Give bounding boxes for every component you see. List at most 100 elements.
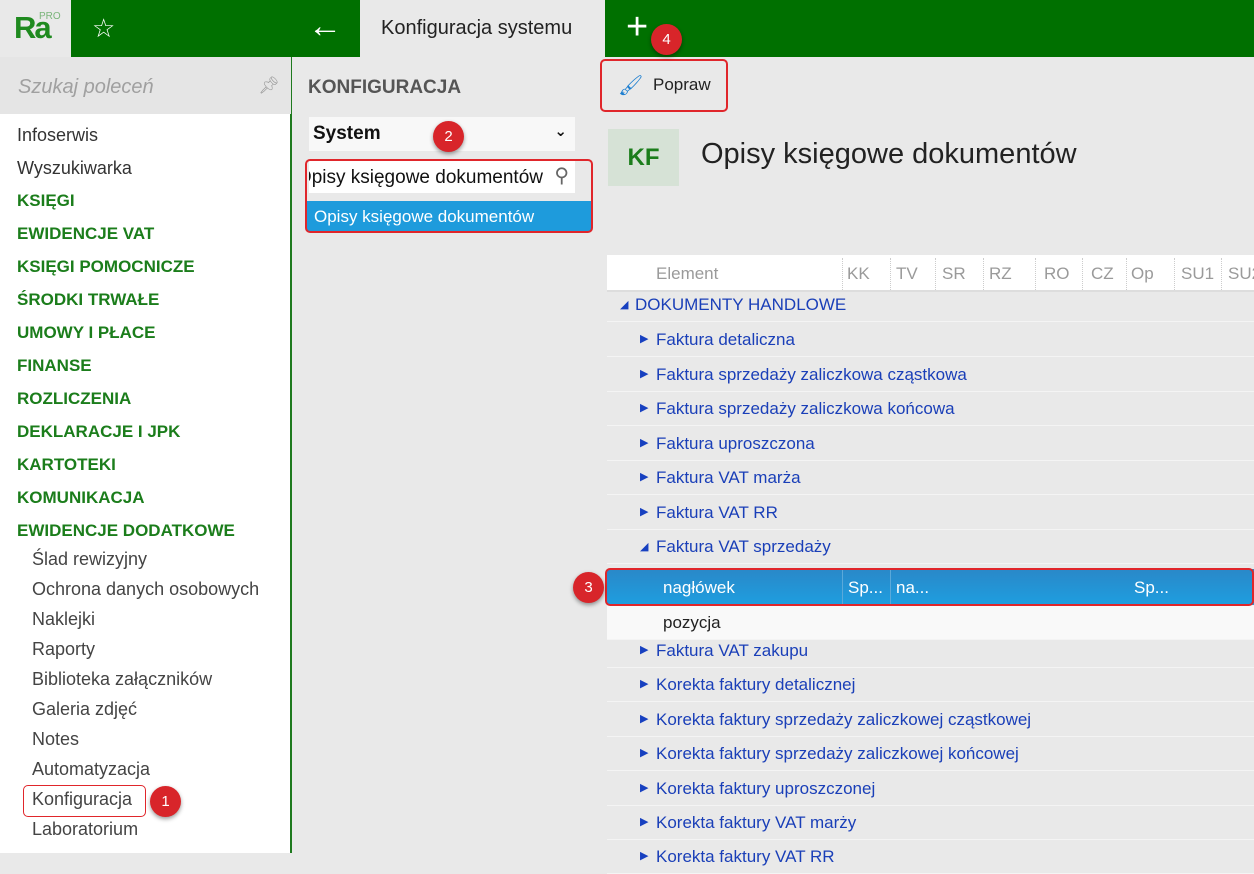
sidebar-subitem[interactable]: Galeria zdjęć — [32, 699, 137, 720]
sidebar-item[interactable]: Infoserwis — [17, 125, 98, 146]
column-header[interactable]: RO — [1044, 264, 1070, 284]
sidebar-item[interactable]: FINANSE — [17, 356, 92, 376]
sidebar-item[interactable]: KOMUNIKACJA — [17, 488, 145, 508]
row-label: Faktura detaliczna — [656, 330, 795, 349]
expand-triangle-icon[interactable]: ▶ — [640, 815, 648, 828]
expand-triangle-icon[interactable]: ▶ — [640, 677, 648, 690]
column-header[interactable]: Element — [656, 264, 718, 284]
collapse-triangle-icon[interactable]: ◢ — [640, 540, 648, 553]
annotation-badge-1: 1 — [150, 786, 181, 817]
grid-row[interactable]: ▶ Korekta faktury sprzedaży zaliczkowej c… — [607, 703, 1254, 737]
grid-row[interactable]: ▶ Faktura sprzedaży zaliczkowa końcowa — [607, 392, 1254, 426]
column-header[interactable]: RZ — [989, 264, 1012, 284]
sidebar-item[interactable]: KSIĘGI — [17, 191, 75, 211]
row-label: Faktura sprzedaży zaliczkowa cząstkowa — [656, 365, 967, 384]
column-divider[interactable] — [890, 258, 891, 290]
grid-row[interactable]: ▶ Faktura VAT RR — [607, 496, 1254, 530]
sidebar-item[interactable]: KARTOTEKI — [17, 455, 116, 475]
row-label: DOKUMENTY HANDLOWE — [635, 295, 847, 314]
sidebar-item[interactable]: KSIĘGI POMOCNICZE — [17, 257, 195, 277]
column-header[interactable]: SU1 — [1181, 264, 1214, 284]
row-label: Faktura uproszczona — [656, 434, 815, 453]
collapse-triangle-icon[interactable]: ◢ — [620, 298, 628, 311]
row-label: Korekta faktury detalicznej — [656, 675, 856, 694]
row-label: Korekta faktury sprzedaży zaliczkowej cz… — [656, 710, 1032, 729]
expand-triangle-icon[interactable]: ▶ — [640, 505, 648, 518]
sidebar-subitem[interactable]: Raporty — [32, 639, 95, 660]
expand-triangle-icon[interactable]: ▶ — [640, 746, 648, 759]
row-label: Faktura VAT marża — [656, 468, 801, 487]
grid-row[interactable]: ▶ Korekta faktury uproszczonej — [607, 772, 1254, 806]
sidebar-item[interactable]: UMOWY I PŁACE — [17, 323, 156, 343]
sidebar-subitem[interactable]: Notes — [32, 729, 79, 750]
column-header[interactable]: KK — [847, 264, 870, 284]
column-header[interactable]: SU2 — [1228, 264, 1254, 284]
sidebar: Infoserwis Wyszukiwarka KSIĘGI EWIDENCJE VA… — [0, 57, 292, 853]
sidebar-subitem[interactable]: Naklejki — [32, 609, 95, 630]
column-divider[interactable] — [1082, 258, 1083, 290]
column-divider[interactable] — [842, 258, 843, 290]
page-badge: KF — [608, 129, 679, 186]
grid-row[interactable]: ◢ Faktura VAT sprzedaży — [607, 530, 1254, 564]
grid-row[interactable]: ▶ Faktura VAT marża — [607, 461, 1254, 495]
column-header[interactable]: Op — [1131, 264, 1154, 284]
grid-row[interactable]: ▶ Korekta faktury sprzedaży zaliczkowej k… — [607, 737, 1254, 771]
column-divider[interactable] — [935, 258, 936, 290]
sidebar-item[interactable]: EWIDENCJE VAT — [17, 224, 154, 244]
annotation-box-4 — [600, 59, 728, 112]
expand-triangle-icon[interactable]: ▶ — [640, 436, 648, 449]
grid-row[interactable]: ◢ DOKUMENTY HANDLOWE — [607, 288, 1254, 322]
expand-triangle-icon[interactable]: ▶ — [640, 332, 648, 345]
sidebar-subitem[interactable]: Ochrona danych osobowych — [32, 579, 259, 600]
grid-row[interactable]: ▶ Korekta faktury detalicznej — [607, 668, 1254, 702]
row-label: Faktura sprzedaży zaliczkowa końcowa — [656, 399, 955, 418]
column-header[interactable]: SR — [942, 264, 966, 284]
elements-grid: Element KK TV SR RZ RO CZ Op SU1 SU2 ◢ DOKUMENTY H… — [607, 255, 1254, 874]
app-logo[interactable]: Ra PRO — [0, 0, 71, 57]
grid-row[interactable]: ▶ Faktura sprzedaży zaliczkowa cząstkowa — [607, 358, 1254, 392]
expand-triangle-icon[interactable]: ▶ — [640, 643, 648, 656]
sidebar-item[interactable]: EWIDENCJE DODATKOWE — [17, 521, 235, 541]
column-divider[interactable] — [983, 258, 984, 290]
sidebar-item[interactable]: DEKLARACJE I JPK — [17, 422, 180, 442]
sidebar-item[interactable]: ROZLICZENIA — [17, 389, 131, 409]
expand-triangle-icon[interactable]: ▶ — [640, 712, 648, 725]
grid-row[interactable]: ▶ Faktura uproszczona — [607, 427, 1254, 461]
sidebar-subitem[interactable]: Ślad rewizyjny — [32, 549, 147, 570]
row-label: Faktura VAT RR — [656, 503, 778, 522]
column-header[interactable]: TV — [896, 264, 918, 284]
command-search-input[interactable]: Szukaj poleceń 📌︎ — [0, 57, 291, 114]
chevron-down-icon: ⌄ — [554, 123, 567, 140]
expand-triangle-icon[interactable]: ▶ — [640, 781, 648, 794]
expand-triangle-icon[interactable]: ▶ — [640, 367, 648, 380]
tab-konfiguracja-systemu[interactable]: Konfiguracja systemu — [360, 0, 605, 57]
expand-triangle-icon[interactable]: ▶ — [640, 849, 648, 862]
column-divider[interactable] — [1126, 258, 1127, 290]
expand-triangle-icon[interactable]: ▶ — [640, 470, 648, 483]
grid-row[interactable]: ▶ Korekta faktury VAT marży — [607, 806, 1254, 840]
config-heading: KONFIGURACJA — [308, 77, 462, 98]
grid-row[interactable]: ▶ Korekta faktury VAT RR — [607, 840, 1254, 874]
sidebar-item[interactable]: ŚRODKI TRWAŁE — [17, 290, 159, 310]
sidebar-subitem[interactable]: Biblioteka załączników — [32, 669, 212, 690]
new-tab-plus-icon[interactable]: + — [626, 6, 648, 49]
grid-row[interactable]: ▶ Faktura detaliczna — [607, 323, 1254, 357]
sidebar-subitem[interactable]: Automatyzacja — [32, 759, 150, 780]
row-label: Korekta faktury sprzedaży zaliczkowej ko… — [656, 744, 1019, 763]
row-label: Faktura VAT sprzedaży — [656, 537, 831, 556]
column-divider[interactable] — [1221, 258, 1222, 290]
pin-icon[interactable]: 📌︎ — [258, 76, 280, 96]
sidebar-subitem[interactable]: Laboratorium — [32, 819, 138, 840]
column-header[interactable]: CZ — [1091, 264, 1114, 284]
row-label: Korekta faktury VAT RR — [656, 847, 835, 866]
sidebar-item[interactable]: Wyszukiwarka — [17, 158, 132, 179]
column-divider[interactable] — [1035, 258, 1036, 290]
grid-header: Element KK TV SR RZ RO CZ Op SU1 SU2 — [607, 255, 1254, 292]
back-arrow-icon[interactable]: ← — [308, 7, 342, 46]
expand-triangle-icon[interactable]: ▶ — [640, 401, 648, 414]
annotation-badge-2: 2 — [433, 121, 464, 152]
favorite-star-icon[interactable]: ☆ — [92, 13, 115, 44]
column-divider[interactable] — [1174, 258, 1175, 290]
grid-row[interactable]: ▶ Faktura VAT zakupu — [607, 634, 1254, 668]
annotation-box-1 — [23, 785, 146, 817]
